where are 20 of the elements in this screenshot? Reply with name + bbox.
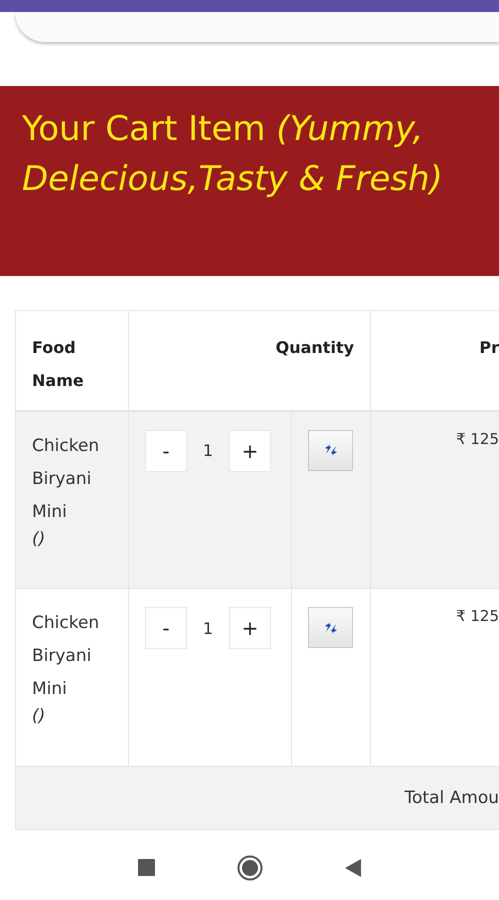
- price-cell-text: ₹ 125: [455, 430, 499, 448]
- quantity-value: 1: [202, 618, 214, 638]
- cart-title: Your Cart Item (Yummy, Delecious,Tasty & Fresh): [22, 108, 444, 201]
- back-icon[interactable]: [345, 858, 361, 876]
- increase-button[interactable]: +: [229, 430, 271, 472]
- price-cell-text: ₹ 125: [455, 607, 499, 625]
- total-label: Total Amou: [404, 788, 499, 808]
- food-name: Chicken Biryani Mini: [32, 434, 100, 524]
- recents-icon[interactable]: [138, 859, 155, 876]
- food-note: (): [32, 706, 46, 726]
- home-icon[interactable]: [237, 854, 263, 880]
- column-header: Food Name: [16, 310, 128, 410]
- food-name: Chicken Biryani Mini: [32, 612, 100, 701]
- quantity-value: 1: [202, 441, 214, 460]
- decrease-button[interactable]: -: [145, 607, 187, 649]
- decrease-button[interactable]: -: [145, 430, 187, 472]
- update-button[interactable]: [308, 607, 353, 648]
- food-note: (): [32, 528, 46, 548]
- increase-button[interactable]: +: [229, 607, 271, 649]
- update-button[interactable]: [308, 430, 353, 470]
